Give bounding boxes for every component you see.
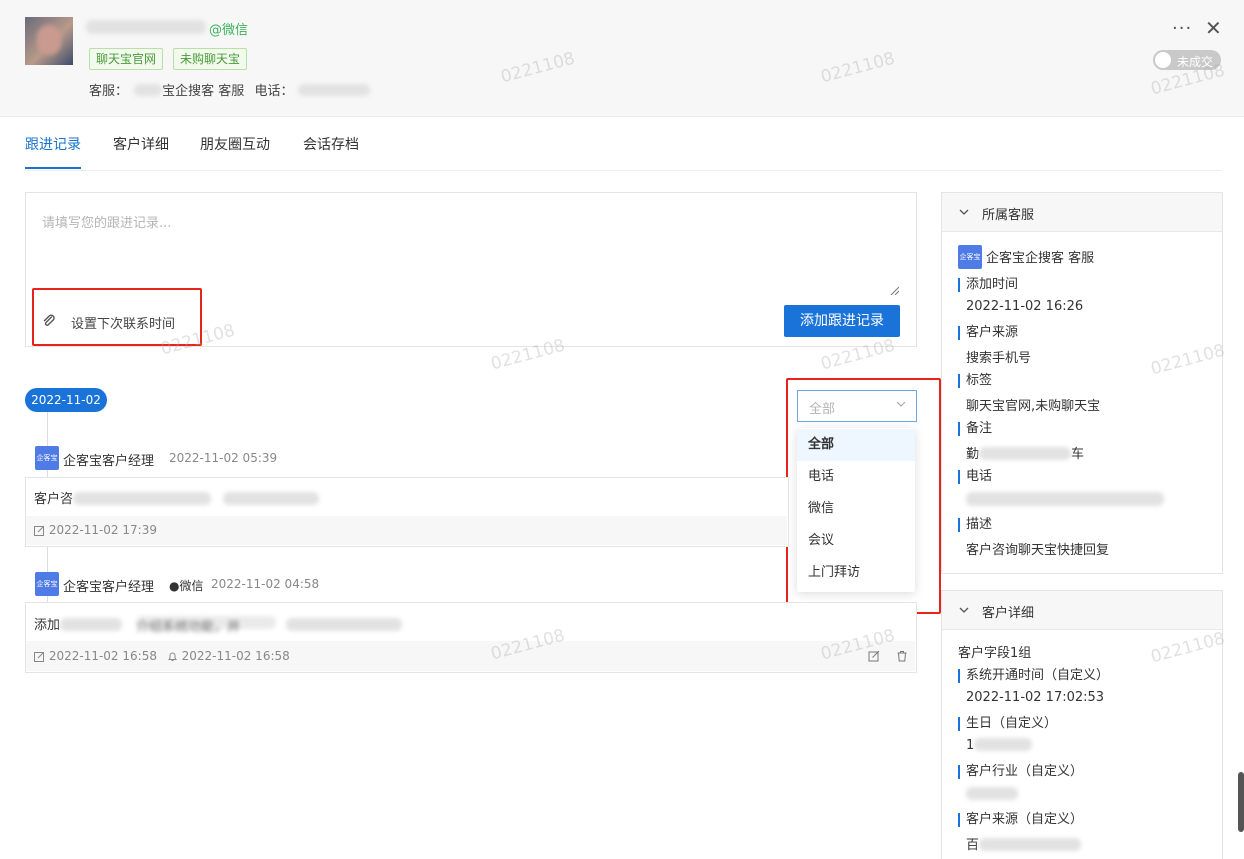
filter-option-all[interactable]: 全部: [797, 429, 915, 461]
phone-redacted: [966, 492, 1164, 506]
record-author: 企客宝客户经理: [63, 580, 155, 595]
edit-icon[interactable]: [868, 650, 880, 662]
tab-chat-archive[interactable]: 会话存档: [303, 134, 359, 154]
edit-icon: [34, 526, 44, 536]
edit-icon: [34, 652, 44, 662]
field-label: 客户来源: [958, 326, 1018, 340]
field-value-redacted: [966, 787, 1018, 800]
record-edit-time: 2022-11-02 16:58 2022-11-02 16:58: [34, 649, 290, 663]
paperclip-icon[interactable]: [42, 314, 56, 328]
record-remind-time: 2022-11-02 16:58: [181, 649, 290, 663]
record-time: 2022-11-02 04:58: [211, 577, 320, 591]
staff-name: 宝企搜客 客服: [162, 84, 245, 99]
staff-line: 客服： 宝企搜客 客服 电话：: [89, 80, 370, 99]
source-tag: @微信: [209, 23, 249, 38]
customer-detail-panel-header[interactable]: 客户详细: [942, 591, 1222, 630]
filter-option-meeting[interactable]: 会议: [797, 525, 915, 557]
add-record-button[interactable]: 添加跟进记录: [784, 305, 900, 337]
more-icon[interactable]: ···: [1172, 18, 1192, 39]
record-author-logo: 企客宝: [35, 446, 59, 470]
field-label: 备注: [958, 422, 992, 436]
staff-name: 企客宝企搜客 客服: [986, 251, 1095, 266]
field-label: 添加时间: [958, 278, 1018, 292]
close-icon[interactable]: ✕: [1205, 16, 1222, 40]
field-value: 搜索手机号: [966, 351, 1032, 366]
field-label: 生日（自定义）: [958, 717, 1057, 731]
field-label: 标签: [958, 374, 992, 388]
filter-option-phone[interactable]: 电话: [797, 461, 915, 493]
staff-panel-header[interactable]: 所属客服: [942, 193, 1222, 232]
record-input-placeholder: 请填写您的跟进记录...: [42, 216, 172, 231]
deal-status-label: 未成交: [1177, 55, 1214, 69]
set-next-contact-time[interactable]: 设置下次联系时间: [71, 313, 175, 332]
record-type-filter[interactable]: 全部: [797, 390, 917, 422]
field-value: 聊天宝官网,未购聊天宝: [966, 399, 1101, 414]
filter-option-wechat[interactable]: 微信: [797, 493, 915, 525]
field-value: 2022-11-02 16:26: [966, 299, 1084, 314]
field-label: 电话: [958, 470, 992, 484]
phone-redacted: [297, 84, 370, 96]
field-value: 1: [966, 738, 1033, 753]
filter-option-visit[interactable]: 上门拜访: [797, 557, 915, 589]
phone-label: 电话：: [254, 84, 294, 99]
customer-detail-panel-title: 客户详细: [982, 606, 1035, 621]
record-author-logo: 企客宝: [35, 572, 59, 596]
record-author: 企客宝客户经理: [63, 454, 155, 469]
customer-avatar: [25, 17, 73, 65]
chevron-down-icon: [896, 401, 906, 407]
filter-value: 全部: [809, 402, 836, 417]
record-edit-time: 2022-11-02 17:39: [34, 523, 157, 537]
field-value: 勤车: [966, 447, 1085, 462]
customer-tag: 聊天宝官网: [89, 48, 164, 70]
tab-customer-detail[interactable]: 客户详细: [113, 134, 169, 154]
record-channel: ●微信: [169, 579, 204, 593]
customer-name-redacted: [86, 20, 206, 34]
staff-logo: 企客宝: [958, 245, 982, 269]
trash-icon[interactable]: [896, 650, 908, 662]
filter-dropdown-menu: 全部 电话 微信 会议 上门拜访: [797, 428, 915, 592]
field-value: 客户咨询聊天宝快捷回复: [966, 543, 1110, 558]
staff-panel-title: 所属客服: [982, 208, 1035, 223]
active-tab-indicator: [25, 167, 81, 169]
record-content: 添加 介绍系统功能，并: [34, 614, 403, 635]
record-content: 客户咨: [34, 488, 320, 507]
tab-follow-records[interactable]: 跟进记录: [25, 134, 81, 154]
customer-tag: 未购聊天宝: [173, 48, 248, 70]
bell-icon: [167, 652, 177, 661]
toggle-knob: [1155, 52, 1171, 68]
staff-label: 客服：: [89, 84, 129, 99]
scrollbar-thumb[interactable]: [1238, 772, 1244, 832]
field-label: 描述: [958, 518, 992, 532]
chevron-down-icon: [959, 209, 969, 215]
field-label: 客户行业（自定义）: [958, 765, 1083, 779]
record-time: 2022-11-02 05:39: [169, 451, 278, 465]
field-label: 客户来源（自定义）: [958, 813, 1083, 827]
tab-bar: 跟进记录 客户详细 朋友圈互动 会话存档: [25, 122, 1222, 171]
chevron-down-icon: [959, 607, 969, 613]
deal-status-toggle[interactable]: 未成交: [1153, 50, 1221, 70]
field-value: 2022-11-02 17:02:53: [966, 690, 1105, 705]
field-label: 系统开通时间（自定义）: [958, 669, 1109, 683]
resize-handle-icon[interactable]: [889, 285, 899, 295]
timeline-date: 2022-11-02: [25, 388, 107, 412]
field-value: 百: [966, 834, 1082, 853]
tab-moments[interactable]: 朋友圈互动: [200, 134, 270, 154]
field-group-title: 客户字段1组: [958, 646, 1032, 661]
